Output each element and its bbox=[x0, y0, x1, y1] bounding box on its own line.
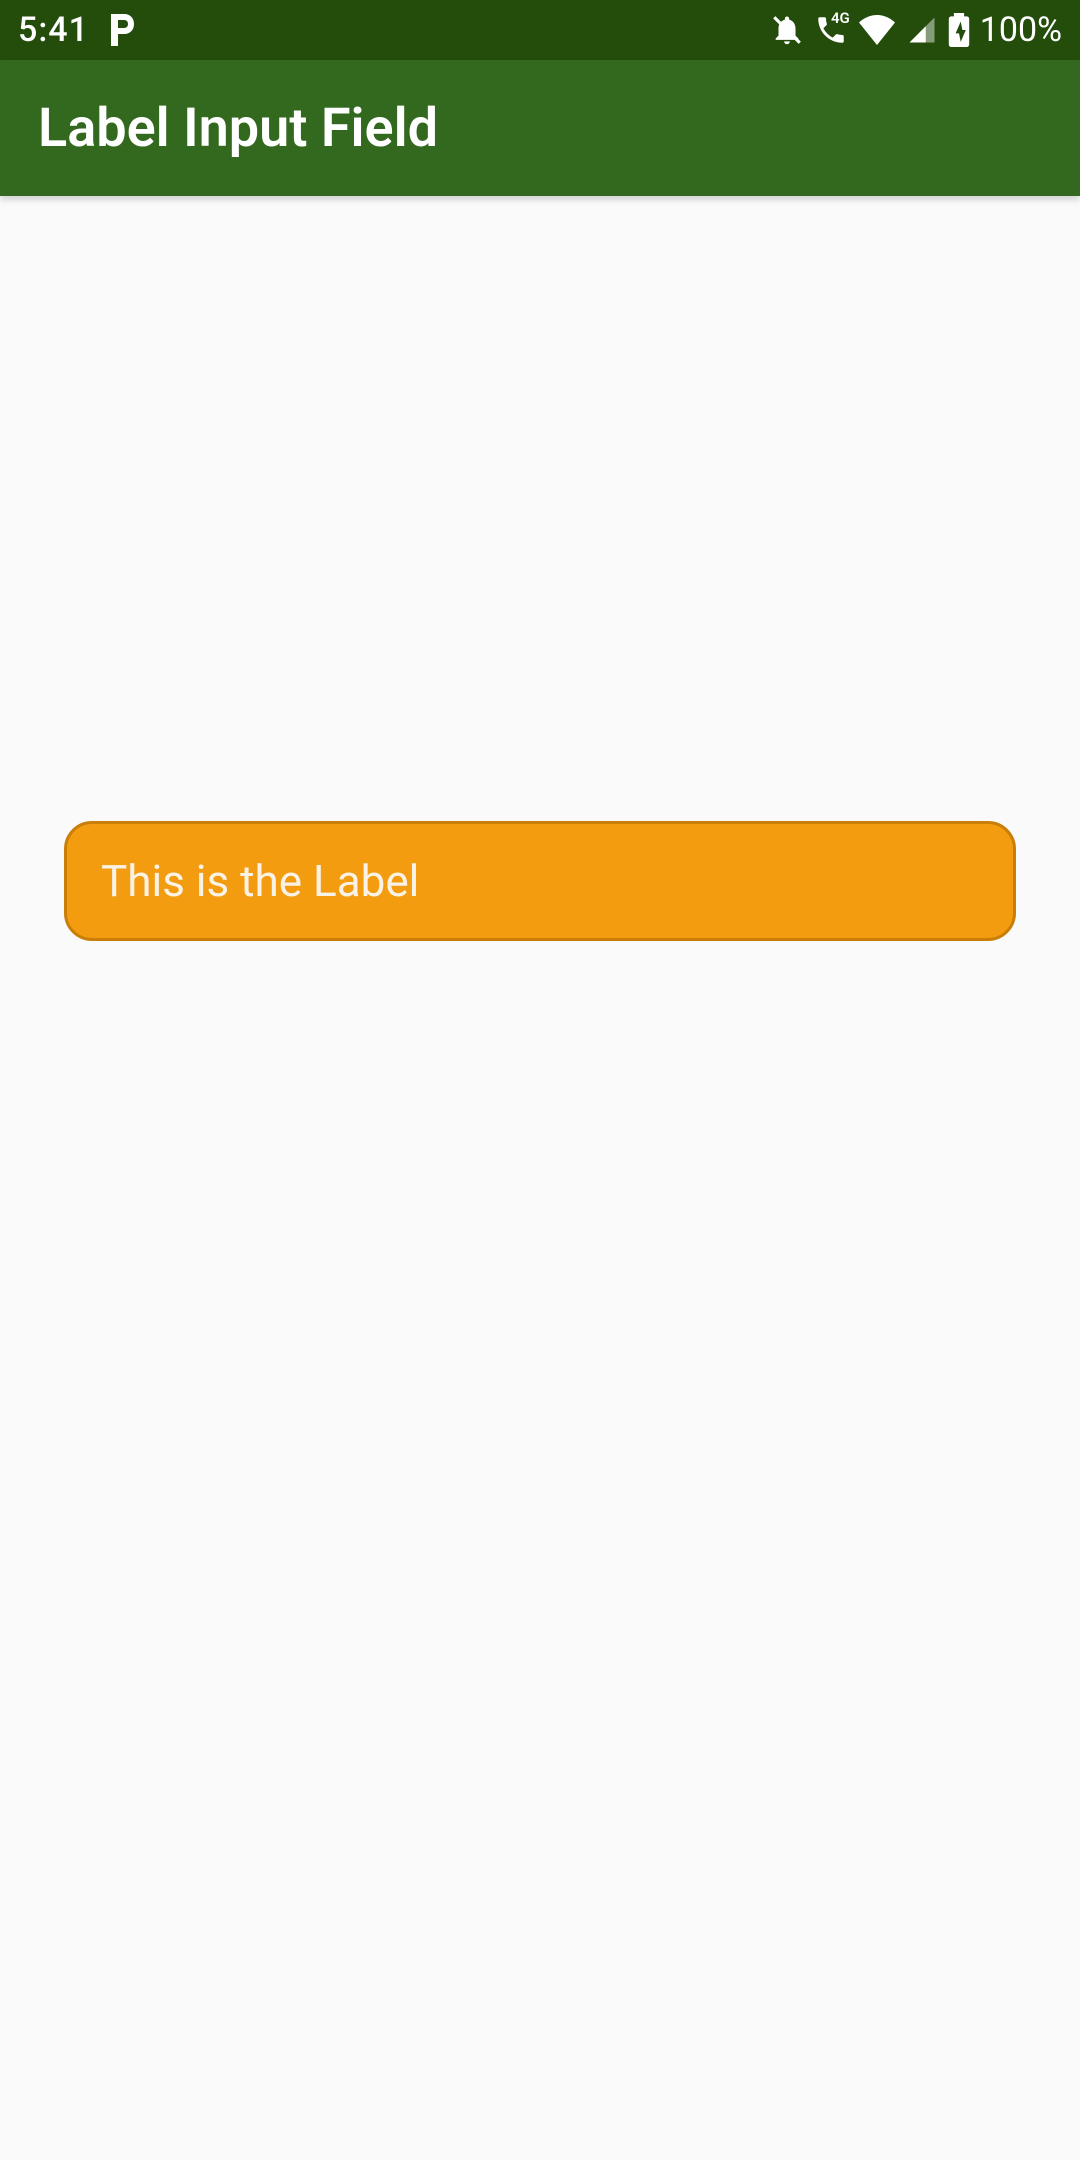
content-area bbox=[0, 196, 1080, 2160]
status-bar: 5:41 4G 100% bbox=[0, 0, 1080, 60]
status-left: 5:41 bbox=[18, 10, 137, 50]
alarm-off-icon bbox=[770, 13, 804, 47]
battery-charging-icon bbox=[948, 13, 970, 47]
call-4g-label: 4G bbox=[831, 9, 850, 27]
status-time: 5:41 bbox=[18, 10, 89, 50]
app-bar: Label Input Field bbox=[0, 60, 1080, 196]
app-indicator-icon bbox=[107, 14, 137, 46]
app-title: Label Input Field bbox=[38, 97, 438, 160]
wifi-icon bbox=[858, 15, 896, 45]
battery-percentage: 100% bbox=[980, 10, 1062, 50]
status-right: 4G 100% bbox=[770, 10, 1062, 50]
label-input[interactable] bbox=[64, 821, 1016, 941]
signal-icon bbox=[906, 15, 938, 45]
call-4g-icon: 4G bbox=[814, 13, 848, 47]
